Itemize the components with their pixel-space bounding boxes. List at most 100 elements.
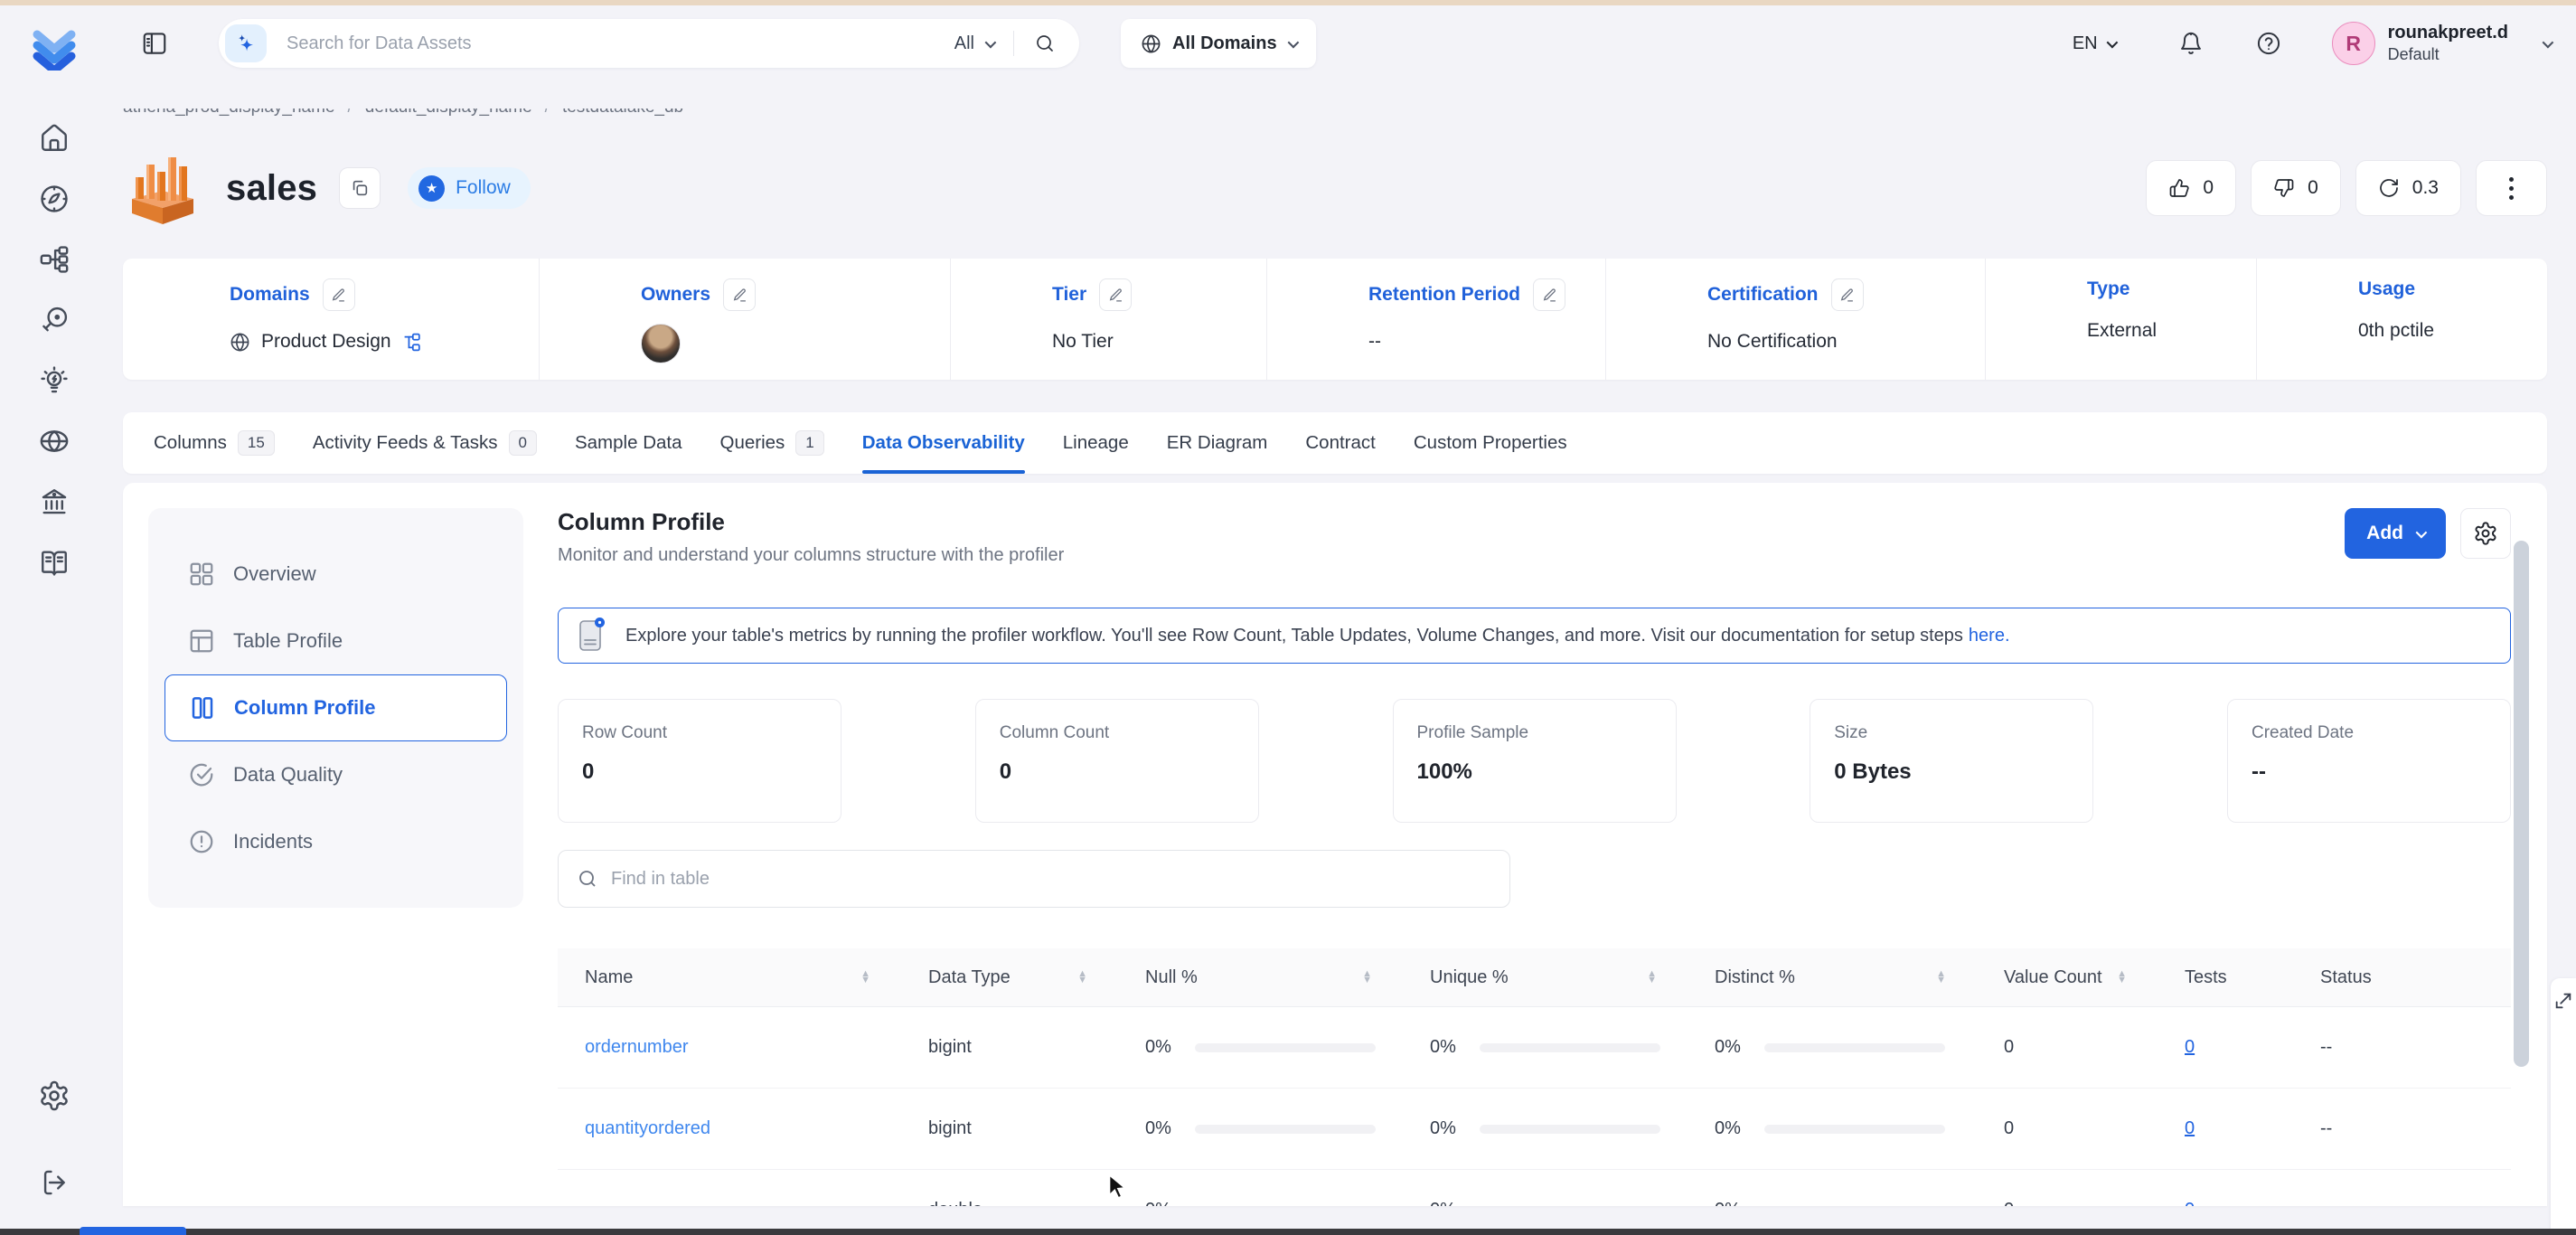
notifications-bell-icon[interactable]: [2178, 31, 2204, 56]
help-icon[interactable]: [2256, 31, 2281, 56]
tab-contract[interactable]: Contract: [1305, 412, 1375, 474]
search-icon[interactable]: [1034, 33, 1056, 54]
stat-card-created-date: Created Date --: [2227, 699, 2511, 823]
settings-icon[interactable]: [38, 1079, 71, 1112]
copy-name-button[interactable]: [339, 167, 381, 209]
unique-progress-bar: [1480, 1125, 1660, 1134]
table-row: ordernumber bigint 0% 0% 0% 0 0 --: [558, 1007, 2511, 1089]
find-in-table[interactable]: [558, 850, 1510, 908]
insights-icon[interactable]: [38, 364, 71, 397]
nav-data-quality[interactable]: Data Quality: [165, 741, 507, 808]
metadata-domains: Domains Product Design: [123, 259, 539, 380]
tab-columns[interactable]: Columns15: [154, 412, 275, 474]
upvote-button[interactable]: 0: [2146, 160, 2236, 216]
glossary-icon[interactable]: [38, 546, 71, 579]
governance-icon[interactable]: [38, 486, 71, 518]
column-header-distinct[interactable]: Distinct %▲▼: [1688, 967, 1977, 988]
stat-card-column-count: Column Count 0: [975, 699, 1259, 823]
tests-link[interactable]: 0: [2185, 1037, 2195, 1058]
column-header-data-type[interactable]: Data Type▲▼: [901, 967, 1118, 988]
column-header-unique[interactable]: Unique %▲▼: [1403, 967, 1688, 988]
home-icon[interactable]: [38, 122, 71, 155]
tests-link[interactable]: 0: [2185, 1118, 2195, 1139]
window-bottom-edge: [0, 1229, 2576, 1235]
breadcrumb-item[interactable]: default_display_name: [365, 108, 532, 117]
downvote-button[interactable]: 0: [2251, 160, 2341, 216]
tab-data-observability[interactable]: Data Observability: [862, 412, 1025, 474]
nav-table-profile[interactable]: Table Profile: [165, 608, 507, 674]
column-header-tests: Tests: [2158, 967, 2293, 988]
tab-sample-data[interactable]: Sample Data: [575, 412, 682, 474]
bottom-blue-element: [80, 1227, 186, 1235]
right-edge-panel[interactable]: [2551, 978, 2576, 1235]
column-name-link[interactable]: quantityordered: [585, 1118, 710, 1139]
documentation-link[interactable]: here.: [1969, 626, 2010, 646]
global-search[interactable]: All: [219, 19, 1079, 68]
nav-overview[interactable]: Overview: [165, 541, 507, 608]
left-nav-rail: [0, 5, 108, 1235]
globe-icon: [1141, 33, 1161, 54]
discovery-icon[interactable]: [38, 304, 71, 336]
vertical-scrollbar[interactable]: [2514, 541, 2529, 1067]
logout-icon[interactable]: [38, 1166, 71, 1199]
global-search-input[interactable]: [287, 33, 954, 54]
tab-activity-feeds[interactable]: Activity Feeds & Tasks0: [313, 412, 537, 474]
breadcrumb-item[interactable]: athena_prod_display_name: [123, 108, 335, 117]
metadata-certification: Certification No Certification: [1605, 259, 1985, 380]
domain-link[interactable]: Product Design: [261, 331, 391, 353]
domains-icon[interactable]: [38, 425, 71, 457]
tab-er-diagram[interactable]: ER Diagram: [1167, 412, 1268, 474]
sidebar-toggle-icon[interactable]: [141, 30, 168, 57]
edit-retention-button[interactable]: [1533, 278, 1565, 311]
profiler-doc-icon: [575, 617, 607, 655]
explore-icon[interactable]: [38, 183, 71, 215]
owner-avatar[interactable]: [641, 324, 681, 363]
tab-custom-properties[interactable]: Custom Properties: [1414, 412, 1567, 474]
columns-icon: [189, 694, 216, 721]
athena-service-icon: [123, 148, 202, 228]
edit-owners-button[interactable]: [723, 278, 756, 311]
null-progress-bar: [1195, 1125, 1376, 1134]
add-button[interactable]: Add: [2345, 508, 2446, 559]
edit-certification-button[interactable]: [1831, 278, 1864, 311]
lineage-icon[interactable]: [38, 243, 71, 276]
metadata-type: Type External: [1985, 259, 2256, 380]
tests-link[interactable]: 0: [2185, 1200, 2195, 1206]
user-avatar[interactable]: R: [2332, 22, 2375, 65]
find-in-table-input[interactable]: [611, 869, 1491, 890]
profile-stats-row: Row Count 0 Column Count 0 Profile Sampl…: [558, 699, 2511, 823]
breadcrumb: athena_prod_display_name/default_display…: [123, 108, 2576, 123]
nav-column-profile[interactable]: Column Profile: [165, 674, 507, 741]
table-icon: [188, 627, 215, 655]
version-button[interactable]: 0.3: [2355, 160, 2461, 216]
column-name-link[interactable]: ordernumber: [585, 1037, 689, 1058]
more-actions-button[interactable]: [2476, 160, 2547, 216]
ai-sparkles-icon[interactable]: [225, 24, 267, 62]
all-domains-button[interactable]: All Domains: [1121, 19, 1316, 68]
sort-icon: ▲▼: [1077, 971, 1087, 984]
edit-tier-button[interactable]: [1099, 278, 1132, 311]
column-header-null[interactable]: Null %▲▼: [1118, 967, 1403, 988]
column-header-name[interactable]: Name▲▼: [558, 967, 901, 988]
page-title: sales: [226, 168, 317, 209]
profiler-nav: Overview Table Profile Column Profile Da…: [148, 508, 523, 908]
sort-icon: ▲▼: [2117, 971, 2127, 984]
expand-panel-icon[interactable]: [2553, 991, 2573, 1011]
profiler-settings-button[interactable]: [2460, 508, 2511, 559]
breadcrumb-item[interactable]: testdatalake_db: [562, 108, 683, 117]
search-scope-select[interactable]: All: [954, 33, 974, 54]
window-top-strip: [0, 0, 2576, 5]
user-menu-chevron-icon[interactable]: [2543, 36, 2554, 48]
tab-queries[interactable]: Queries1: [720, 412, 824, 474]
language-select[interactable]: EN: [2073, 33, 2115, 54]
column-header-value-count[interactable]: Value Count▲▼: [1977, 967, 2158, 988]
stat-card-profile-sample: Profile Sample 100%: [1393, 699, 1677, 823]
app-window: All All Domains: [0, 0, 2576, 1235]
edit-domains-button[interactable]: [323, 278, 355, 311]
nav-incidents[interactable]: Incidents: [165, 808, 507, 875]
star-icon: ★: [418, 175, 445, 202]
app-logo-icon[interactable]: [31, 25, 78, 75]
tab-lineage[interactable]: Lineage: [1063, 412, 1129, 474]
follow-button[interactable]: ★ Follow: [408, 167, 531, 209]
column-profile-content: Column Profile Monitor and understand yo…: [558, 508, 2511, 1206]
